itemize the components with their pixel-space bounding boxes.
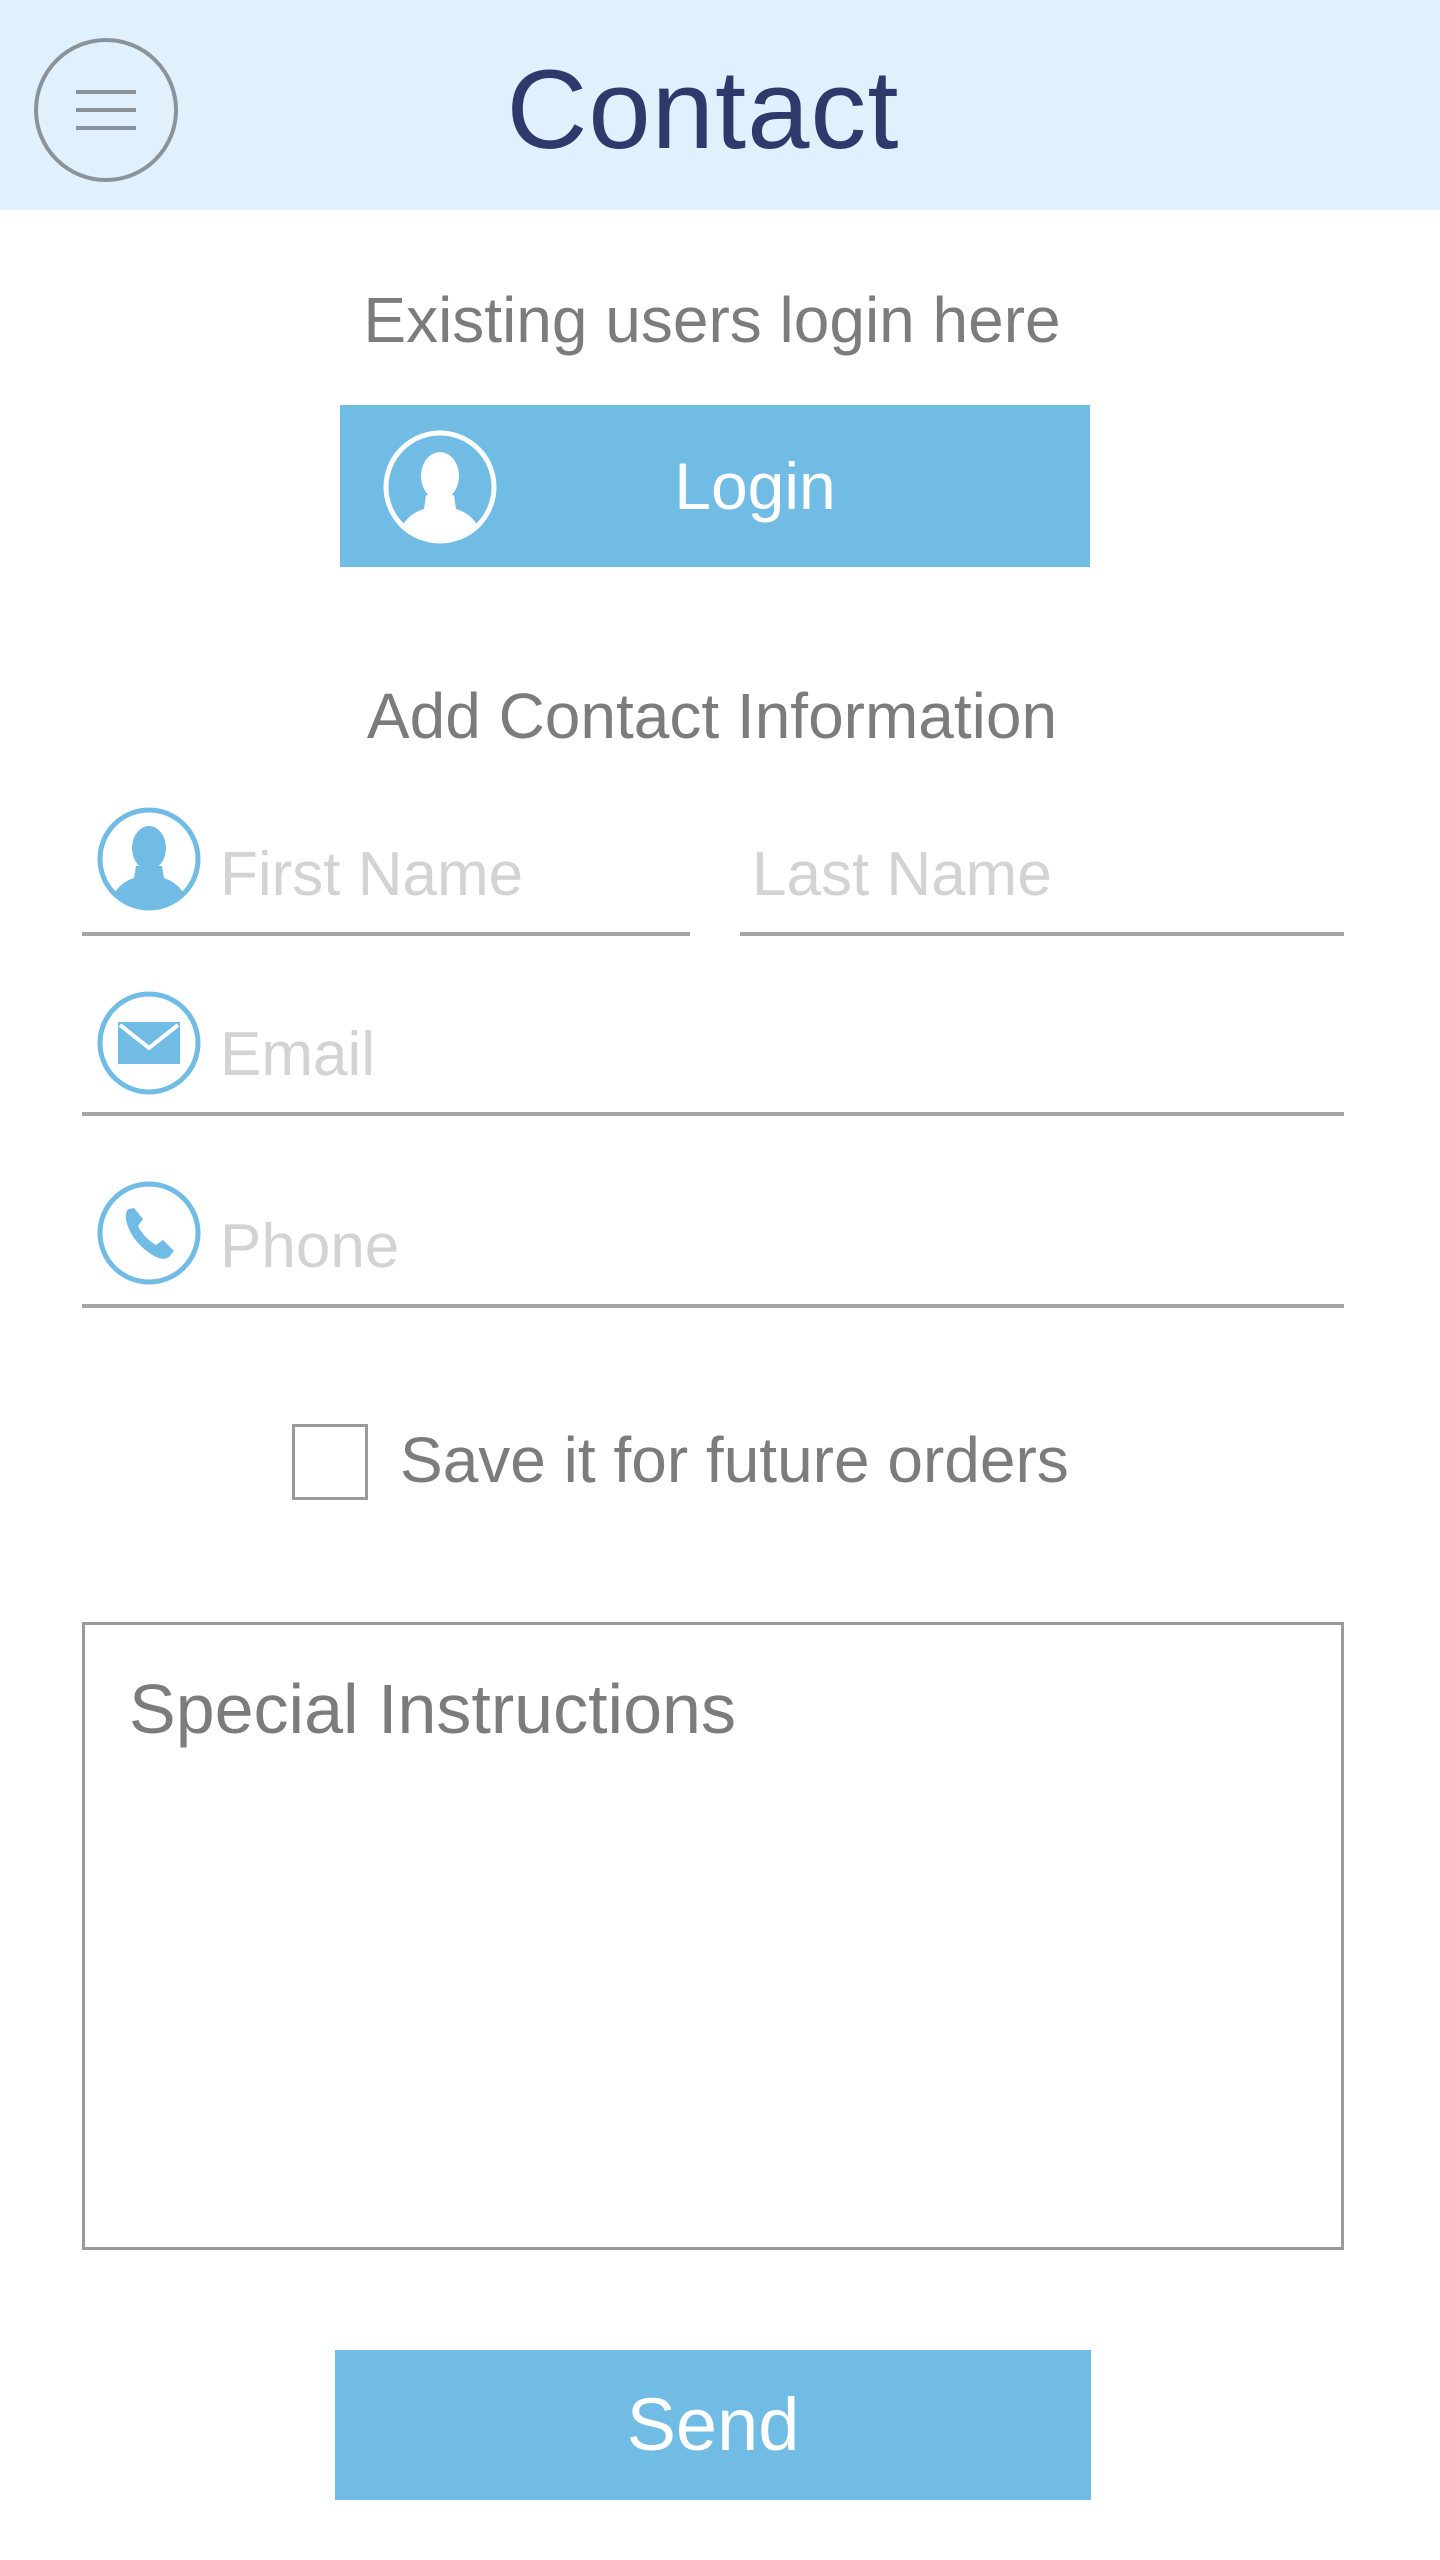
header-bar: Contact bbox=[0, 0, 1440, 210]
page-title: Contact bbox=[506, 47, 900, 172]
save-for-future-label[interactable]: Save it for future orders bbox=[400, 1420, 1069, 1500]
save-for-future-checkbox[interactable] bbox=[292, 1424, 368, 1500]
existing-users-prompt: Existing users login here bbox=[363, 284, 1061, 356]
email-input[interactable] bbox=[220, 1004, 1330, 1104]
add-contact-heading: Add Contact Information bbox=[366, 680, 1058, 752]
first-name-input[interactable] bbox=[220, 824, 680, 924]
login-button-label: Login bbox=[674, 449, 836, 523]
phone-field bbox=[82, 1178, 1344, 1308]
login-button[interactable]: Login bbox=[340, 405, 1090, 567]
envelope-icon bbox=[97, 991, 201, 1095]
phone-input[interactable] bbox=[220, 1196, 1330, 1296]
special-instructions-textarea[interactable] bbox=[82, 1622, 1344, 2250]
user-icon bbox=[97, 807, 201, 911]
email-field bbox=[82, 988, 1344, 1116]
first-name-field bbox=[82, 806, 690, 936]
phone-icon bbox=[97, 1181, 201, 1285]
send-button-label: Send bbox=[626, 2383, 800, 2466]
last-name-input[interactable] bbox=[752, 824, 1332, 924]
last-name-field bbox=[740, 806, 1344, 936]
send-button[interactable]: Send bbox=[335, 2350, 1091, 2500]
